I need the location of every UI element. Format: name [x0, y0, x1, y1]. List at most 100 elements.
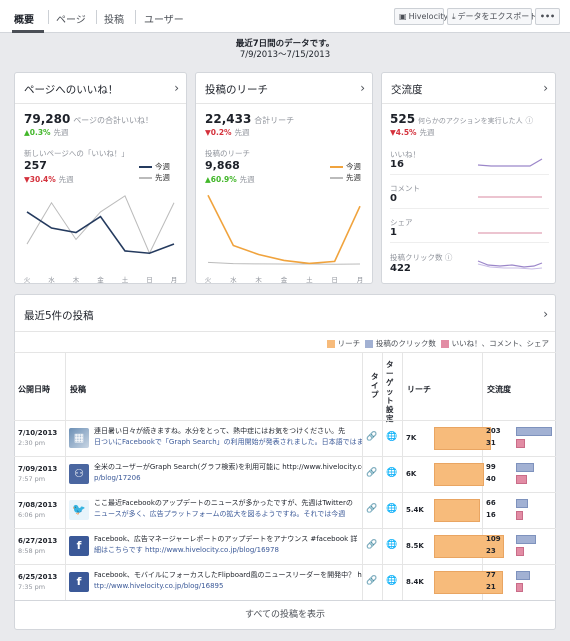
divider: [15, 103, 186, 104]
post-reach-sub-value: 9,868: [205, 159, 240, 172]
post-thumbnail[interactable]: 🐦: [69, 500, 89, 520]
post-row[interactable]: 7/09/2013 7:57 pm ⚇ 全米のユーザーがGraph Search(グラ…: [14, 456, 556, 492]
clicks-value: 99: [486, 463, 496, 471]
clicks-sparkline: [477, 260, 543, 270]
likes-value: 31: [486, 439, 496, 447]
tab-users[interactable]: ユーザー: [144, 11, 184, 26]
globe-icon: 🌐: [386, 576, 398, 586]
more-options-button[interactable]: •••: [535, 8, 560, 25]
post-date: 7/08/2013 6:06 pm: [18, 501, 58, 519]
post-text[interactable]: 連日暑い日々が続きますね。水分をとって、熱中症にはお気をつけください。先 日ついに…: [94, 426, 362, 452]
legend-this-week: 今週: [330, 161, 361, 172]
likes-value: 40: [486, 475, 496, 483]
post-text[interactable]: Facebook、広告マネージャーレポートのアップデートをアナウンス #face…: [94, 534, 362, 560]
reach-value: 6K: [406, 470, 417, 478]
tab-divider: [48, 10, 49, 24]
metric-clicks-value: 422: [390, 263, 411, 274]
likes-legend-swatch: [440, 340, 449, 348]
x-tick-label: 日: [146, 276, 153, 284]
globe-icon: 🌐: [386, 504, 398, 514]
chevron-right-icon[interactable]: ›: [174, 81, 179, 95]
globe-icon: 🌐: [386, 432, 398, 442]
posts-legend: リーチ 投稿のクリック数 いいね！、コメント、シェア: [326, 338, 549, 349]
header-targeting[interactable]: ターゲット設定: [386, 360, 396, 423]
x-tick-label: 水: [230, 275, 237, 284]
clicks-value: 66: [486, 499, 496, 507]
new-likes-line-chart: 火水木金土日月: [24, 195, 178, 284]
post-text[interactable]: Facebook、モバイルにフォーカスしたFlipboard風のニュースリーダー…: [94, 570, 362, 596]
link-icon: 🔗: [366, 576, 378, 586]
header-date[interactable]: 公開日時: [18, 384, 50, 395]
reach-legend-label: リーチ: [337, 339, 361, 348]
new-likes-label: 新しいページへの「いいね！」: [24, 149, 129, 158]
x-tick-label: 木: [255, 275, 262, 284]
post-reach-title[interactable]: 投稿のリーチ: [205, 82, 268, 97]
series-line-this-week: [207, 194, 361, 265]
tab-divider: [135, 10, 136, 24]
header-type[interactable]: タイプ: [371, 372, 379, 399]
post-row[interactable]: 7/08/2013 6:06 pm 🐦 ここ最近Facebookのアップデートのニュー…: [14, 492, 556, 528]
likes-value: 23: [486, 547, 496, 555]
post-thumbnail[interactable]: ⚇: [69, 464, 89, 484]
chevron-right-icon[interactable]: ›: [360, 81, 365, 95]
tab-pages[interactable]: ページ: [56, 11, 86, 26]
post-thumbnail[interactable]: f: [69, 572, 89, 592]
engaged-users-value: 525: [390, 112, 416, 126]
engagement-card: 交流度 › 525 何らかのアクションを実行した人 ⓘ ▼4.5% 先週 いいね…: [381, 72, 556, 284]
post-date: 7/09/2013 7:57 pm: [18, 465, 58, 483]
date-range-banner: 最近7日間のデータです。 7/9/2013〜7/15/2013: [0, 34, 570, 64]
shares-sparkline: [478, 232, 542, 234]
view-all-posts-link[interactable]: すべての投稿を表示: [14, 600, 556, 628]
tab-posts[interactable]: 投稿: [104, 11, 124, 26]
x-tick-label: 水: [48, 275, 55, 284]
total-reach-label: 合計リーチ: [254, 116, 295, 125]
header-reach[interactable]: リーチ: [407, 384, 431, 395]
clicks-legend-swatch: [364, 340, 373, 348]
post-text[interactable]: ここ最近Facebookのアップデートのニュースが多かったですが、先週はTwit…: [94, 498, 362, 524]
banner-title: 最近7日間のデータです。: [235, 39, 335, 49]
metric-likes-value: 16: [390, 159, 404, 170]
page-likes-card: ページへのいいね！ › 79,280 ページの合計いいね！ ▲0.3% 先週 新…: [14, 72, 187, 284]
info-icon[interactable]: ⓘ: [525, 116, 533, 125]
post-reach-card: 投稿のリーチ › 22,433 合計リーチ ▼0.2% 先週 投稿のリーチ 9,…: [195, 72, 373, 284]
x-tick-label: 月: [171, 276, 178, 284]
reach-value: 8.4K: [406, 578, 424, 586]
chevron-right-icon[interactable]: ›: [543, 307, 548, 321]
post-thumbnail[interactable]: ▦: [69, 428, 89, 448]
export-data-button[interactable]: ⤓ データをエクスポート: [447, 8, 537, 25]
likes-bar: [516, 583, 523, 592]
tab-overview[interactable]: 概要: [14, 11, 34, 26]
tab-divider: [96, 10, 97, 24]
engagement-title[interactable]: 交流度: [391, 82, 423, 97]
legend-this-week: 今週: [139, 161, 170, 172]
page-likes-title[interactable]: ページへのいいね！: [24, 82, 118, 97]
header-engagement[interactable]: 交流度: [487, 384, 511, 395]
hivelocity-page-button[interactable]: ▣ Hivelocity: [394, 8, 448, 25]
reach-value: 8.5K: [406, 542, 424, 550]
post-text[interactable]: 全米のユーザーがGraph Search(グラフ検索)を利用可能に http:/…: [94, 462, 362, 488]
x-tick-label: 土: [122, 275, 129, 284]
link-icon: 🔗: [366, 540, 378, 550]
top-nav-bar: 概要 ページ 投稿 ユーザー ▣ Hivelocity ⤓ データをエクスポート…: [0, 0, 570, 33]
reach-bar: [434, 499, 480, 522]
link-icon: 🔗: [366, 504, 378, 514]
active-tab-indicator: [12, 30, 44, 33]
new-likes-value: 257: [24, 159, 47, 172]
export-label: データをエクスポート: [457, 12, 538, 21]
likes-bar: [516, 511, 523, 520]
post-thumbnail[interactable]: f: [69, 536, 89, 556]
post-row[interactable]: 6/25/2013 7:35 pm f Facebook、モバイルにフォーカスしたFl…: [14, 564, 556, 600]
total-likes-change: ▲0.3%: [24, 128, 51, 137]
x-tick-label: 土: [306, 275, 313, 284]
clicks-value: 203: [486, 427, 501, 435]
clicks-value: 77: [486, 571, 496, 579]
likes-sparkline: [477, 158, 543, 167]
header-post[interactable]: 投稿: [70, 384, 86, 395]
post-row[interactable]: 7/10/2013 2:30 pm ▦ 連日暑い日々が続きますね。水分をとって、熱中症…: [14, 420, 556, 456]
metric-shares-value: 1: [390, 227, 397, 238]
recent-posts-title[interactable]: 最近5件の投稿: [24, 308, 94, 323]
chevron-right-icon[interactable]: ›: [543, 81, 548, 95]
post-row[interactable]: 6/27/2013 8:58 pm f Facebook、広告マネージャーレポートのア…: [14, 528, 556, 564]
metric-clicks-label: 投稿クリック数 ⓘ: [390, 253, 453, 262]
info-icon[interactable]: ⓘ: [445, 253, 453, 262]
